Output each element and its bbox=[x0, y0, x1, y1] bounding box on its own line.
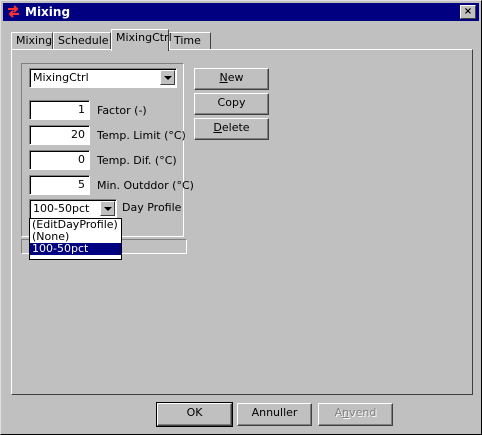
delete-button[interactable]: Delete bbox=[194, 118, 269, 140]
anvend-button[interactable]: Anvend bbox=[318, 403, 393, 426]
list-item-selected[interactable]: 100-50pct bbox=[30, 243, 121, 255]
factor-input[interactable]: 1 bbox=[29, 100, 90, 120]
tab-mixing[interactable]: Mixing bbox=[11, 32, 53, 49]
new-button[interactable]: New bbox=[194, 68, 269, 90]
temp-limit-input[interactable]: 20 bbox=[29, 125, 90, 145]
dialog-window: Mixing × Mixing Schedule MixingCtrl Time… bbox=[0, 0, 482, 435]
close-button[interactable]: × bbox=[460, 5, 476, 19]
tab-schedule[interactable]: Schedule bbox=[53, 32, 111, 49]
tab-time[interactable]: Time bbox=[169, 32, 211, 49]
day-profile-select[interactable]: 100-50pct bbox=[29, 199, 117, 219]
copy-button[interactable]: Copy bbox=[194, 93, 269, 115]
min-outdoor-label: Min. Outddor (°C) bbox=[97, 179, 194, 192]
title-bar[interactable]: Mixing × bbox=[3, 3, 479, 21]
swap-arrows-icon bbox=[8, 5, 19, 18]
day-profile-value: 100-50pct bbox=[33, 202, 90, 215]
day-profile-label: Day Profile bbox=[122, 201, 182, 214]
temp-limit-label: Temp. Limit (°C) bbox=[97, 129, 186, 142]
window-title: Mixing bbox=[25, 5, 71, 19]
ok-button[interactable]: OK bbox=[156, 402, 233, 427]
factor-label: Factor (-) bbox=[97, 104, 147, 117]
day-profile-dropdown-list[interactable]: (EditDayProfile) (None) 100-50pct bbox=[29, 218, 122, 260]
temp-dif-label: Temp. Dif. (°C) bbox=[97, 154, 177, 167]
annuller-button[interactable]: Annuller bbox=[237, 403, 312, 426]
temp-dif-input[interactable]: 0 bbox=[29, 150, 90, 170]
chevron-down-icon[interactable] bbox=[160, 70, 175, 85]
controller-select[interactable]: MixingCtrl bbox=[29, 68, 177, 88]
controller-select-value: MixingCtrl bbox=[33, 71, 89, 84]
min-outdoor-input[interactable]: 5 bbox=[29, 175, 90, 195]
chevron-down-icon[interactable] bbox=[100, 201, 115, 216]
tab-mixingctrl[interactable]: MixingCtrl bbox=[111, 29, 172, 51]
